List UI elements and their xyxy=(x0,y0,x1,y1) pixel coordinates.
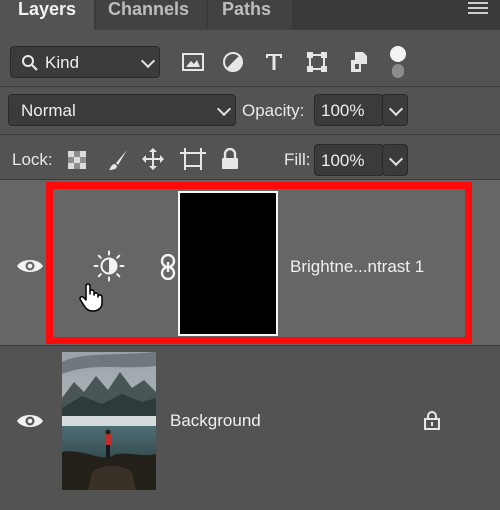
search-icon xyxy=(22,55,38,71)
image-filter-icon[interactable] xyxy=(181,50,205,74)
blend-mode-value: Normal xyxy=(21,101,76,120)
tab-layers[interactable]: Layers xyxy=(0,0,94,30)
tab-channels[interactable]: Channels xyxy=(96,0,206,30)
adjustment-filter-icon[interactable] xyxy=(221,50,245,74)
layer-filter-kind-select[interactable]: Kind xyxy=(10,46,160,78)
smart-object-filter-icon[interactable] xyxy=(347,50,371,74)
chevron-down-icon xyxy=(216,101,232,117)
highlight-annotation-box xyxy=(46,182,472,344)
divider xyxy=(0,134,500,135)
divider xyxy=(0,86,500,87)
layer-thumbnail[interactable] xyxy=(62,352,156,490)
fill-label: Fill: xyxy=(284,150,311,169)
lock-image-pixels-icon[interactable] xyxy=(106,148,130,172)
kind-label: Kind xyxy=(45,53,80,72)
fill-input[interactable]: 100% xyxy=(314,144,384,176)
shape-filter-icon[interactable] xyxy=(305,50,329,74)
lock-label: Lock: xyxy=(12,150,53,169)
fill-value: 100% xyxy=(321,151,365,170)
opacity-value: 100% xyxy=(321,101,365,120)
fill-slider-button[interactable] xyxy=(382,144,408,176)
opacity-slider-button[interactable] xyxy=(382,94,408,126)
visibility-eye-icon[interactable] xyxy=(16,412,44,430)
chevron-down-icon xyxy=(388,151,404,167)
chevron-down-icon xyxy=(140,53,156,69)
layer-lock-icon[interactable] xyxy=(423,410,441,430)
panel-menu-icon[interactable] xyxy=(468,2,488,16)
visibility-eye-icon[interactable] xyxy=(16,257,44,275)
lock-all-icon[interactable] xyxy=(220,148,240,170)
filter-toggle-icon[interactable] xyxy=(390,46,406,80)
tab-paths[interactable]: Paths xyxy=(208,0,292,30)
opacity-input[interactable]: 100% xyxy=(314,94,384,126)
lock-position-icon[interactable] xyxy=(141,147,165,171)
opacity-label: Opacity: xyxy=(242,101,305,120)
type-filter-icon[interactable] xyxy=(262,50,286,74)
mountain-lake-photo xyxy=(62,352,156,490)
chevron-down-icon xyxy=(388,101,404,117)
lock-transparent-pixels-icon[interactable] xyxy=(67,150,87,170)
layer-name[interactable]: Background xyxy=(170,411,261,431)
lock-artboard-icon[interactable] xyxy=(180,147,206,171)
blend-mode-select[interactable]: Normal xyxy=(8,94,236,126)
